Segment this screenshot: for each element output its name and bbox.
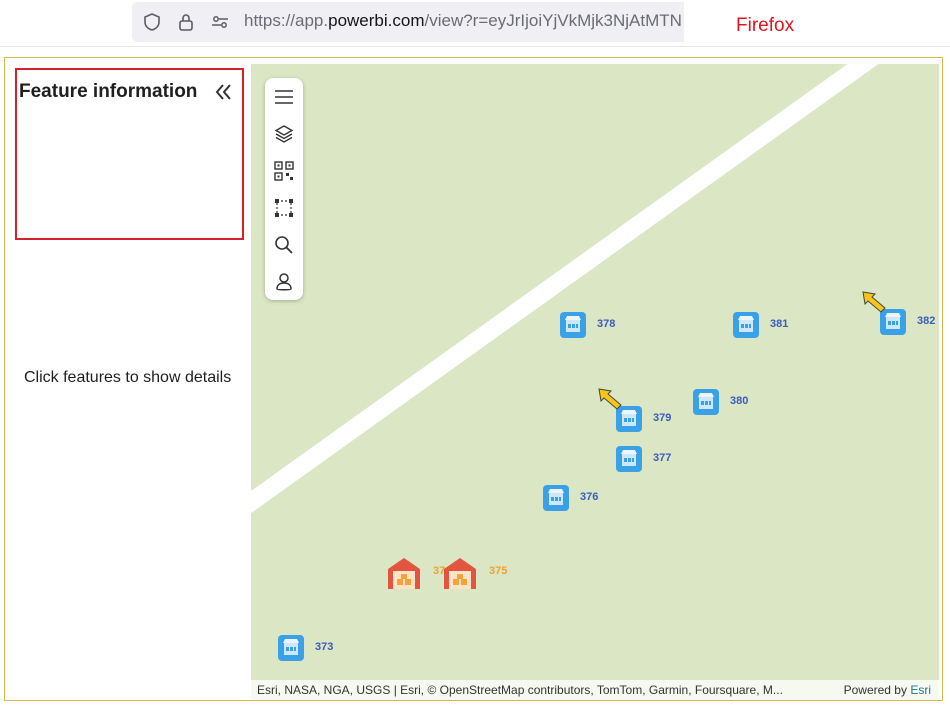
marker-label-381: 381 [770, 318, 789, 330]
bar-cover [684, 2, 944, 42]
road [251, 64, 934, 549]
pointer-arrow-icon [597, 387, 623, 411]
store-marker-378[interactable] [559, 311, 587, 339]
marker-label-378: 378 [597, 318, 616, 330]
qr-icon[interactable] [274, 161, 294, 181]
map-toolbar [265, 78, 303, 300]
browser-name-label: Firefox [736, 15, 795, 36]
collapse-panel-icon[interactable] [213, 82, 235, 102]
warehouse-marker-374[interactable] [386, 555, 422, 591]
feature-info-title: Feature information [19, 81, 198, 102]
marker-label-382: 382 [917, 315, 936, 327]
marker-label-373: 373 [315, 641, 334, 653]
powered-by[interactable]: Powered by Esri [844, 683, 931, 697]
panel-hint-text: Click features to show details [24, 369, 232, 386]
select-area-icon[interactable] [274, 198, 294, 218]
store-marker-373[interactable] [277, 634, 305, 662]
map-attribution: Esri, NASA, NGA, USGS | Esri, © OpenStre… [251, 680, 939, 700]
marker-label-380: 380 [730, 395, 749, 407]
marker-label-375: 375 [489, 565, 508, 577]
menu-icon[interactable] [274, 87, 294, 107]
layers-icon[interactable] [274, 124, 294, 144]
marker-label-377: 377 [653, 452, 672, 464]
toolbar-divider [0, 46, 950, 47]
map-view[interactable]: 378 381 382 379 380 377 376 374 375 373 Esri, NAS… [251, 64, 939, 700]
marker-label-379: 379 [653, 412, 672, 424]
user-location-icon[interactable] [274, 272, 294, 292]
marker-label-376: 376 [580, 491, 599, 503]
store-marker-380[interactable] [692, 388, 720, 416]
lock-icon[interactable] [176, 12, 196, 32]
url-text[interactable]: https://app.powerbi.com/view?r=eyJrIjoiY… [244, 11, 684, 31]
shield-icon[interactable] [142, 12, 162, 32]
permissions-icon[interactable] [210, 12, 230, 32]
search-icon[interactable] [274, 235, 294, 255]
attribution-text: Esri, NASA, NGA, USGS | Esri, © OpenStre… [257, 683, 783, 697]
pointer-arrow-icon [861, 290, 887, 314]
store-marker-377[interactable] [615, 445, 643, 473]
store-marker-376[interactable] [542, 484, 570, 512]
store-marker-381[interactable] [732, 311, 760, 339]
warehouse-marker-375[interactable] [442, 555, 478, 591]
